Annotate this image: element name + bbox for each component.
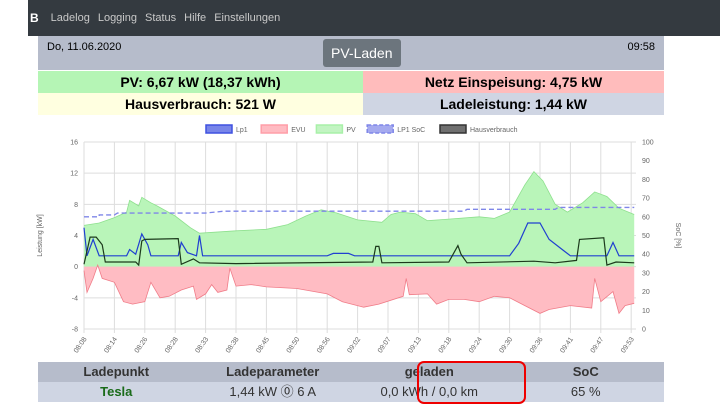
nav-logging[interactable]: Logging xyxy=(98,12,137,24)
nav-status[interactable]: Status xyxy=(145,12,176,24)
soc-value: 65 % xyxy=(570,384,601,399)
x-tick-label: 09:07 xyxy=(377,336,393,354)
y-tick-label: -4 xyxy=(72,295,78,302)
y2-tick-label: 70 xyxy=(642,196,650,203)
nav-einstellungen[interactable]: Einstellungen xyxy=(214,12,280,24)
y-tick-label: 0 xyxy=(74,264,78,271)
nav-ladelog[interactable]: Ladelog xyxy=(51,12,90,24)
legend-swatch xyxy=(315,124,344,134)
x-tick-label: 08:14 xyxy=(103,336,119,354)
time-label: 09:58 xyxy=(627,41,655,53)
brand-logo[interactable]: B xyxy=(30,11,39,25)
x-tick-label: 09:24 xyxy=(468,336,484,354)
y2-tick-label: 20 xyxy=(642,289,650,296)
y2-tick-label: 60 xyxy=(642,214,650,221)
power-chart: 1612840-4-8100908070605040302010008:08 08… xyxy=(37,124,681,355)
x-tick-label: 09:36 xyxy=(529,336,545,354)
y2-tick-label: 30 xyxy=(642,270,650,277)
x-tick-label: 09:47 xyxy=(590,336,606,354)
y-axis-label: Leistung [kW] xyxy=(37,214,44,256)
charge-mode-button[interactable]: PV-Laden xyxy=(323,39,401,67)
y2-tick-label: 100 xyxy=(642,140,654,147)
legend-swatch xyxy=(439,124,467,134)
navbar: B Ladelog Logging Status Hilfe Einstellu… xyxy=(28,0,720,36)
x-tick-label: 08:38 xyxy=(225,336,241,354)
x-tick-label: 09:02 xyxy=(346,336,362,354)
legend-label: EVU xyxy=(291,127,305,134)
chargepoint-name[interactable]: Tesla xyxy=(38,382,195,402)
x-tick-label: 08:28 xyxy=(164,336,180,354)
nav-hilfe[interactable]: Hilfe xyxy=(184,12,206,24)
x-tick-label: 08:26 xyxy=(134,336,150,354)
legend-swatch xyxy=(205,124,233,134)
y-tick-label: 16 xyxy=(70,140,78,147)
legend-label: Lp1 xyxy=(236,127,248,134)
y2-tick-label: 40 xyxy=(642,252,650,259)
y2-axis-label: SoC [%] xyxy=(674,223,681,249)
x-tick-label: 09:53 xyxy=(620,336,636,354)
x-tick-label: 08:08 xyxy=(73,336,89,354)
y-tick-label: -8 xyxy=(72,327,78,334)
x-tick-label: 09:13 xyxy=(407,336,423,354)
y-tick-label: 4 xyxy=(74,233,78,240)
header-soc: SoC xyxy=(572,364,599,379)
status-header: Do, 11.06.2020 PV-Laden 09:58 xyxy=(38,36,664,70)
x-tick-label: 08:33 xyxy=(194,336,210,354)
x-tick-label: 09:30 xyxy=(498,336,514,354)
x-tick-label: 08:56 xyxy=(316,336,332,354)
charge-power-tile: Ladeleistung: 1,44 kW xyxy=(363,93,664,115)
y2-tick-label: 90 xyxy=(642,158,650,165)
chargepoint-table: Ladepunkt Ladeparameter geladen SoC Tesl… xyxy=(38,361,664,404)
legend-label: PV xyxy=(346,127,356,134)
y2-tick-label: 50 xyxy=(642,233,650,240)
legend-swatch xyxy=(260,124,288,134)
legend-swatch xyxy=(366,124,394,134)
highlight-box xyxy=(417,361,526,404)
y-tick-label: 8 xyxy=(74,202,78,209)
charge-parameters: 1,44 kW ⓪ 6 A xyxy=(229,384,317,399)
date-label: Do, 11.06.2020 xyxy=(47,41,122,53)
house-consumption-tile: Hausverbrauch: 521 W xyxy=(38,93,363,115)
table-row: Tesla 1,44 kW ⓪ 6 A 0,0 kWh / 0,0 km 65 … xyxy=(38,382,664,402)
y-tick-label: 12 xyxy=(70,171,78,178)
header-ladeparameter: Ladeparameter xyxy=(226,364,320,379)
header-ladepunkt: Ladepunkt xyxy=(83,364,150,379)
legend-label: Hausverbrauch xyxy=(470,127,518,134)
y2-tick-label: 0 xyxy=(642,327,646,334)
pv-series-area xyxy=(84,171,635,267)
grid-tile: Netz Einspeisung: 4,75 kW xyxy=(363,71,664,93)
legend-label: LP1 SoC xyxy=(397,127,425,134)
y2-tick-label: 80 xyxy=(642,177,650,184)
y2-tick-label: 10 xyxy=(642,308,650,315)
pv-tile: PV: 6,67 kW (18,37 kWh) xyxy=(38,71,363,93)
x-tick-label: 08:45 xyxy=(255,336,271,354)
x-tick-label: 08:50 xyxy=(286,336,302,354)
x-tick-label: 09:41 xyxy=(559,336,575,354)
x-tick-label: 09:18 xyxy=(438,336,454,354)
